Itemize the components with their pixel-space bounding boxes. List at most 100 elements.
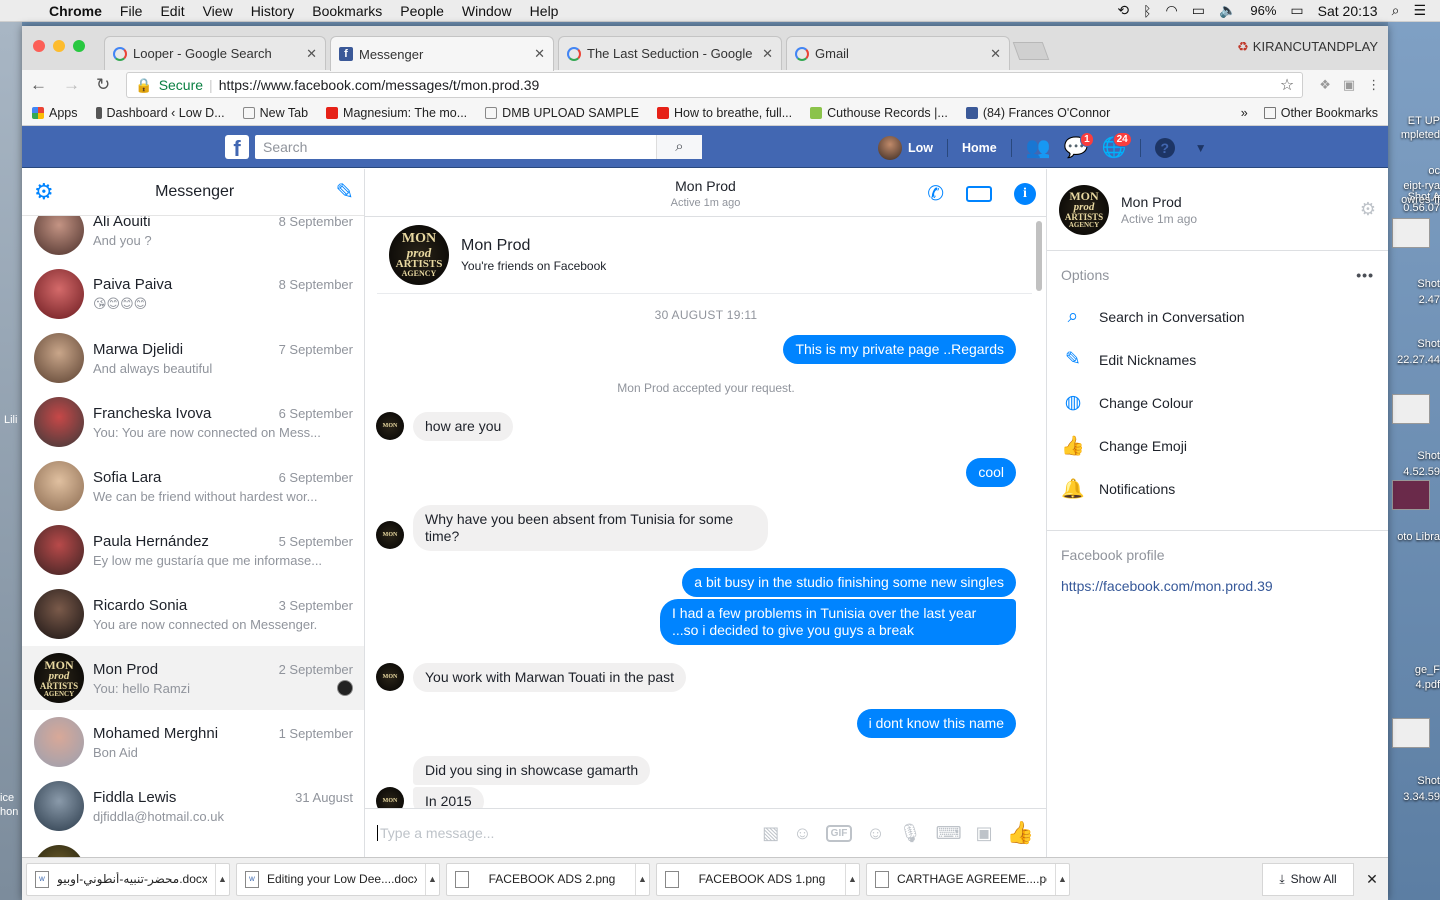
omnibox[interactable]: 🔒 Secure | https://www.facebook.com/mess… bbox=[126, 72, 1304, 98]
close-tab-icon[interactable]: ✕ bbox=[990, 46, 1001, 62]
menu-view[interactable]: View bbox=[194, 3, 242, 19]
menu-window[interactable]: Window bbox=[453, 3, 521, 19]
chrome-menu-icon[interactable]: ⋮ bbox=[1367, 77, 1380, 93]
tab-messenger[interactable]: f Messenger ✕ bbox=[330, 36, 554, 71]
airplay-icon[interactable]: ▭ bbox=[1192, 2, 1205, 19]
conversation-item[interactable]: Ricardo Sonia 3 September You are now con… bbox=[22, 582, 364, 646]
avatar[interactable]: MON prod ARTISTS AGENCY bbox=[389, 225, 449, 285]
bookmark-magnesium[interactable]: Magnesium: The mo... bbox=[326, 106, 467, 120]
url-text[interactable]: https://www.facebook.com/messages/t/mon.… bbox=[219, 77, 540, 93]
bluetooth-icon[interactable]: ᛒ bbox=[1143, 3, 1151, 19]
conversation-item[interactable]: Francheska Ivova 6 September You: You are… bbox=[22, 390, 364, 454]
message-bubble-outgoing[interactable]: I had a few problems in Tunisia over the… bbox=[660, 599, 1016, 645]
menu-edit[interactable]: Edit bbox=[151, 3, 193, 19]
gear-icon[interactable]: ⚙ bbox=[1360, 199, 1376, 220]
lock-icon[interactable]: 🔒 bbox=[135, 77, 152, 94]
close-tab-icon[interactable]: ✕ bbox=[306, 46, 317, 62]
facebook-logo-icon[interactable]: f bbox=[225, 135, 249, 161]
avatar[interactable]: MON bbox=[376, 663, 404, 691]
bookmark-breathe[interactable]: How to breathe, full... bbox=[657, 106, 792, 120]
menu-chrome[interactable]: Chrome bbox=[40, 3, 111, 19]
download-item[interactable]: W Editing your Low Dee....docx ▲ bbox=[236, 862, 440, 896]
avatar[interactable]: MON bbox=[376, 787, 404, 808]
desktop-label[interactable]: Shot bbox=[1388, 775, 1440, 788]
desktop-label[interactable]: ge_F bbox=[1388, 664, 1440, 677]
secure-label[interactable]: Secure bbox=[159, 77, 203, 93]
menu-help[interactable]: Help bbox=[521, 3, 568, 19]
help-icon[interactable]: ? bbox=[1154, 138, 1175, 158]
desktop-label[interactable]: 22.27.44 bbox=[1388, 354, 1440, 367]
message-bubble-incoming[interactable]: Did you sing in showcase gamarth bbox=[413, 756, 651, 785]
minimize-window-button[interactable] bbox=[53, 40, 65, 52]
conversation-item[interactable]: Sofia Lara 6 September We can be friend w… bbox=[22, 454, 364, 518]
tab-gmail[interactable]: Gmail ✕ bbox=[786, 36, 1010, 70]
message-bubble-incoming[interactable]: You work with Marwan Touati in the past bbox=[413, 663, 687, 692]
desktop-label[interactable]: Shot bbox=[1388, 450, 1440, 463]
conversation-list[interactable]: Ali Aouiti 8 September And you ? Paiva Pa… bbox=[22, 216, 364, 857]
phone-call-icon[interactable]: ✆ bbox=[927, 181, 944, 206]
extension-icon[interactable]: ▣ bbox=[1343, 77, 1355, 93]
gif-icon[interactable]: GIF bbox=[825, 824, 853, 842]
back-button[interactable]: ← bbox=[30, 75, 47, 95]
desktop-file-thumbnail[interactable] bbox=[1392, 480, 1430, 510]
option-search-in-conversation[interactable]: ⌕ Search in Conversation bbox=[1061, 295, 1374, 338]
menu-history[interactable]: History bbox=[242, 3, 304, 19]
compose-icon[interactable]: ✎ bbox=[336, 179, 354, 205]
search-icon[interactable]: ⌕ bbox=[656, 135, 702, 159]
bookmark-dmb[interactable]: DMB UPLOAD SAMPLE bbox=[485, 106, 639, 120]
message-bubble-outgoing[interactable]: i dont know this name bbox=[856, 709, 1016, 738]
game-icon[interactable]: ⌨ bbox=[936, 823, 962, 844]
thumbs-up-icon[interactable]: 👍 bbox=[1007, 820, 1034, 846]
image-icon[interactable]: ▧ bbox=[762, 823, 779, 844]
more-options-icon[interactable]: ••• bbox=[1356, 267, 1374, 283]
message-bubble-incoming[interactable]: Why have you been absent from Tunisia fo… bbox=[413, 505, 768, 551]
desktop-label[interactable]: 3.34.59 bbox=[1388, 791, 1440, 804]
desktop-label[interactable]: oto Libra bbox=[1388, 531, 1440, 544]
other-bookmarks[interactable]: Other Bookmarks bbox=[1263, 106, 1378, 120]
microphone-icon[interactable]: 🎙 bbox=[899, 823, 922, 844]
notifications-icon[interactable]: 🌐 24 bbox=[1102, 132, 1132, 159]
message-bubble-outgoing[interactable]: a bit busy in the studio finishing some … bbox=[682, 568, 1016, 597]
show-all-downloads-button[interactable]: ⤓ Show All bbox=[1262, 862, 1354, 896]
clock[interactable]: Sat 20:13 bbox=[1318, 3, 1378, 19]
desktop-label[interactable]: Shot bbox=[1388, 278, 1440, 291]
conversation-item[interactable]: Mohamed Merghni 1 September Bon Aid bbox=[22, 710, 364, 774]
conversation-item[interactable]: Paula Hernández 5 September Ey low me gus… bbox=[22, 518, 364, 582]
desktop-label[interactable]: 2.47 bbox=[1388, 294, 1440, 307]
desktop-label[interactable]: oc bbox=[1388, 165, 1440, 178]
close-window-button[interactable] bbox=[33, 40, 45, 52]
desktop-file-thumbnail[interactable] bbox=[1392, 394, 1430, 424]
new-tab-button[interactable] bbox=[1012, 42, 1050, 60]
facebook-search-input[interactable]: Search ⌕ bbox=[255, 135, 702, 159]
battery-icon[interactable]: ▭ bbox=[1290, 2, 1303, 19]
download-item[interactable]: CARTHAGE AGREEME....pdf ▲ bbox=[866, 862, 1070, 896]
profile-link[interactable]: https://facebook.com/mon.prod.39 bbox=[1061, 578, 1374, 594]
camera-icon[interactable]: ▣ bbox=[976, 823, 993, 844]
account-dropdown-icon[interactable]: ▼ bbox=[1189, 137, 1213, 159]
conversation-item[interactable] bbox=[22, 838, 364, 857]
desktop-label[interactable]: Shot bbox=[1388, 338, 1440, 351]
chevron-up-icon[interactable]: ▲ bbox=[425, 863, 439, 895]
conversation-item[interactable]: Paiva Paiva 8 September 😘😊😊😊 bbox=[22, 262, 364, 326]
avatar[interactable]: MON bbox=[376, 521, 404, 549]
desktop-label[interactable]: 4.52.59 bbox=[1388, 466, 1440, 479]
option-change-emoji[interactable]: 👍 Change Emoji bbox=[1061, 424, 1374, 467]
reload-button[interactable]: ↻ bbox=[96, 75, 110, 95]
message-bubble-incoming[interactable]: how are you bbox=[413, 412, 514, 441]
desktop-file-thumbnail[interactable] bbox=[1392, 718, 1430, 748]
sticker-icon[interactable]: ☺ bbox=[793, 823, 811, 844]
bookmark-dashboard[interactable]: Dashboard ‹ Low D... bbox=[95, 106, 225, 120]
download-item[interactable]: FACEBOOK ADS 2.png ▲ bbox=[446, 862, 650, 896]
time-machine-icon[interactable]: ⟲ bbox=[1117, 2, 1129, 19]
download-item[interactable]: FACEBOOK ADS 1.png ▲ bbox=[656, 862, 860, 896]
desktop-label[interactable]: mpleted bbox=[1388, 129, 1440, 142]
bookmark-apps[interactable]: Apps bbox=[32, 106, 78, 120]
conversation-item[interactable]: Fiddla Lewis 31 August djfiddla@hotmail.c… bbox=[22, 774, 364, 838]
avatar[interactable]: MON prod ARTISTS AGENCY bbox=[1059, 184, 1109, 235]
info-icon[interactable]: i bbox=[1014, 182, 1036, 205]
message-bubble-incoming[interactable]: In 2015 bbox=[413, 787, 484, 808]
bookmark-cuthouse[interactable]: Cuthouse Records |... bbox=[810, 106, 948, 120]
tab-last-seduction[interactable]: The Last Seduction - Google S ✕ bbox=[558, 36, 782, 70]
emoji-icon[interactable]: ☺ bbox=[866, 823, 884, 844]
zoom-window-button[interactable] bbox=[73, 40, 85, 52]
